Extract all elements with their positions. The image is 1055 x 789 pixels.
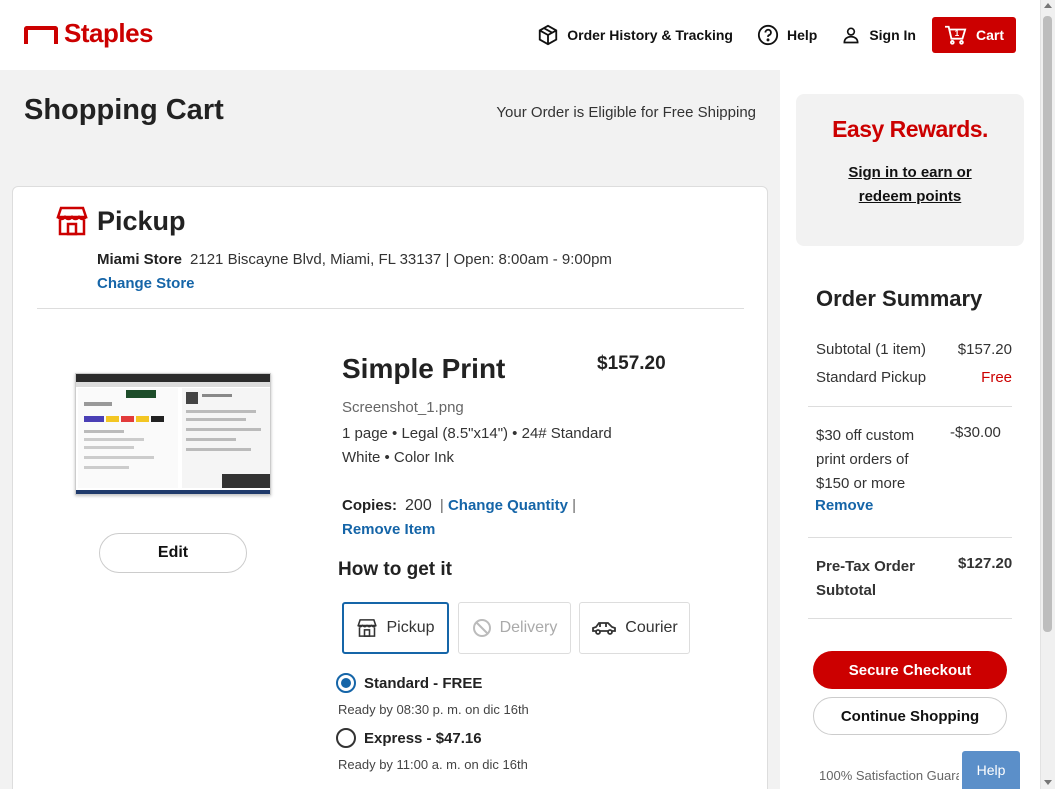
copies-value: 200 <box>405 497 432 514</box>
radio-unselected[interactable] <box>336 728 356 748</box>
screenshot-preview-image <box>76 374 270 494</box>
standard-speed-label: Standard - FREE <box>364 674 483 692</box>
help-circle-icon <box>757 24 779 46</box>
subtotal-row: Subtotal (1 item) $157.20 <box>816 341 1012 358</box>
change-store-link[interactable]: Change Store <box>97 275 195 292</box>
order-summary-title: Order Summary <box>816 286 983 311</box>
staples-logo[interactable]: Staples <box>24 18 154 49</box>
product-price: $157.20 <box>597 353 666 374</box>
scrollbar-thumb[interactable] <box>1043 16 1052 632</box>
product-spec-line1: 1 page • Legal (8.5"x14") • 24# Standard <box>342 425 612 442</box>
pickup-option-label: Pickup <box>386 619 435 636</box>
copies-label: Copies: <box>342 497 398 514</box>
easy-rewards-logo: Easy Rewards. <box>832 116 988 142</box>
separator: | <box>439 497 444 514</box>
express-speed-label: Express - $47.16 <box>364 729 482 747</box>
divider <box>808 618 1012 619</box>
coupon-value: -$30.00 <box>950 424 1001 441</box>
courier-option-label: Courier <box>625 619 678 636</box>
how-to-get-it-title: How to get it <box>338 559 452 580</box>
scroll-up-icon[interactable] <box>1044 3 1052 8</box>
pickup-cost-label: Standard Pickup <box>816 369 927 386</box>
remove-coupon-link[interactable]: Remove <box>815 497 873 514</box>
continue-shopping-button[interactable]: Continue Shopping <box>813 697 1007 735</box>
order-history-link[interactable]: Order History & Tracking <box>537 24 733 46</box>
delivery-option-label: Delivery <box>499 619 558 636</box>
secure-checkout-button[interactable]: Secure Checkout <box>813 651 1007 689</box>
express-ready-time: Ready by 11:00 a. m. on dic 16th <box>338 757 528 772</box>
courier-option[interactable]: Courier <box>579 602 690 654</box>
divider <box>37 308 744 309</box>
site-header: Staples Order History & Tracking Help Si… <box>0 0 1040 70</box>
coupon-label: $30 off custom print orders of $150 or m… <box>816 427 915 492</box>
pretax-label: Pre-Tax Order Subtotal <box>816 558 915 599</box>
standard-ready-time: Ready by 08:30 p. m. on dic 16th <box>338 702 529 717</box>
pickup-option[interactable]: Pickup <box>342 602 449 654</box>
pickup-header: Pickup <box>55 205 186 237</box>
pickup-cost-value: Free <box>981 369 1012 386</box>
no-entry-icon <box>472 619 491 637</box>
standard-speed-radio[interactable]: Standard - FREE <box>336 673 482 693</box>
car-icon <box>592 622 617 635</box>
pretax-value: $127.20 <box>958 555 1013 572</box>
free-shipping-notice: Your Order is Eligible for Free Shipping <box>496 104 756 121</box>
scroll-down-icon[interactable] <box>1044 780 1052 785</box>
pickup-title: Pickup <box>97 205 186 236</box>
logo-text: Staples <box>64 18 154 48</box>
copies-row: Copies: 200 | Change Quantity | <box>342 497 576 515</box>
store-info: Miami Store 2121 Biscayne Blvd, Miami, FL… <box>97 251 612 268</box>
remove-item-link[interactable]: Remove Item <box>342 521 435 538</box>
divider <box>808 537 1012 538</box>
delivery-option: Delivery <box>458 602 571 654</box>
cart-label: Cart <box>975 27 1004 43</box>
cart-count: 1 <box>955 29 960 38</box>
page-title: Shopping Cart <box>24 94 224 126</box>
satisfaction-guarantee: 100% Satisfaction Guarantee <box>819 768 959 783</box>
help-label: Help <box>786 27 818 43</box>
help-link[interactable]: Help <box>757 24 817 46</box>
store-details: 2121 Biscayne Blvd, Miami, FL 33137 | Op… <box>190 251 612 268</box>
sign-in-link[interactable]: Sign In <box>841 24 916 46</box>
express-speed-radio[interactable]: Express - $47.16 <box>336 728 482 748</box>
pickup-card: Pickup Miami Store 2121 Biscayne Blvd, Mi… <box>12 186 768 789</box>
separator: | <box>572 497 577 514</box>
sign-in-label: Sign In <box>869 27 916 43</box>
pickup-cost-row: Standard Pickup Free <box>816 369 1012 386</box>
easy-rewards-panel: Easy Rewards. Sign in to earn or redeem … <box>796 94 1024 246</box>
header-nav: Order History & Tracking Help Sign In 1 … <box>513 17 1016 53</box>
help-widget-button[interactable]: Help <box>962 751 1020 789</box>
user-icon <box>843 27 859 44</box>
product-name: Simple Print <box>342 353 506 384</box>
subtotal-value: $157.20 <box>957 341 1012 358</box>
cart-icon: 1 <box>944 25 967 45</box>
package-icon <box>539 24 558 46</box>
product-filename: Screenshot_1.png <box>342 399 464 416</box>
product-thumbnail <box>75 373 271 495</box>
product-spec-line2: White • Color Ink <box>342 449 454 466</box>
store-name: Miami Store <box>97 251 183 268</box>
edit-button[interactable]: Edit <box>99 533 247 573</box>
order-history-label: Order History & Tracking <box>567 27 733 43</box>
change-quantity-link[interactable]: Change Quantity <box>448 497 568 514</box>
store-icon <box>56 206 88 236</box>
store-icon <box>357 619 378 637</box>
cart-button[interactable]: 1 Cart <box>931 17 1016 53</box>
divider <box>808 406 1012 407</box>
rewards-sign-in-link[interactable]: Sign in to earn or redeem points <box>796 161 1024 209</box>
staples-logo-icon <box>24 25 58 44</box>
subtotal-label: Subtotal (1 item) <box>816 341 927 358</box>
radio-selected[interactable] <box>336 673 356 693</box>
